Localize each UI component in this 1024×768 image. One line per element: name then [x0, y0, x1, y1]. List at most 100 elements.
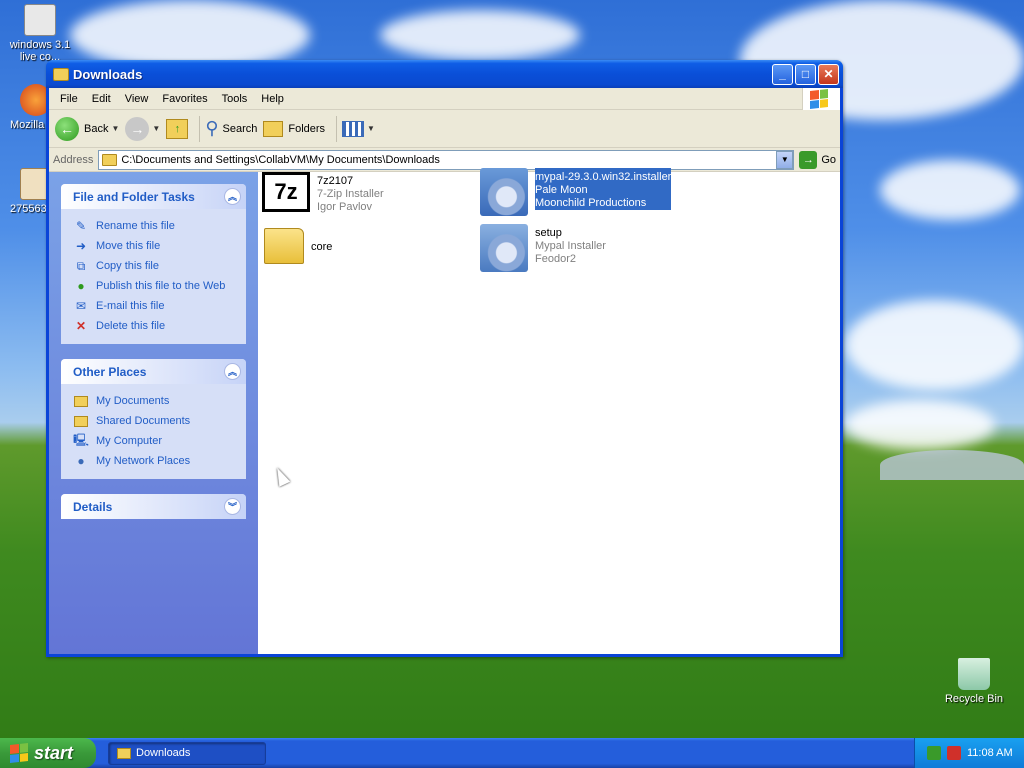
window-client: File Edit View Favorites Tools Help ← Ba… [49, 88, 840, 654]
up-folder-icon: ↑ [166, 118, 189, 139]
search-button[interactable]: ⚲ Search [205, 118, 257, 139]
desktop-icon-label: Recycle Bin [944, 693, 1004, 705]
toolbar-separator [336, 115, 338, 142]
taskbar: start Downloads 11:08 AM [0, 738, 1024, 768]
menu-view[interactable]: View [118, 93, 156, 105]
file-item-mypal-installer[interactable]: mypal-29.3.0.win32.installer Pale Moon M… [480, 168, 672, 216]
search-label: Search [222, 122, 258, 135]
7zip-icon: 7z [262, 172, 310, 212]
maximize-button[interactable]: □ [795, 63, 816, 85]
computer-icon: 🖳 [73, 432, 90, 447]
dropdown-arrow-icon[interactable]: ▼ [111, 124, 119, 133]
go-arrow-icon: → [799, 150, 818, 169]
menu-help[interactable]: Help [254, 93, 291, 105]
address-input[interactable]: C:\Documents and Settings\CollabVM\My Do… [98, 149, 795, 170]
security-shield-icon[interactable] [947, 746, 961, 760]
installer-icon [480, 224, 528, 272]
file-label-selected: mypal-29.3.0.win32.installer Pale Moon M… [535, 168, 672, 210]
views-button[interactable]: ▼ [342, 120, 375, 137]
back-button[interactable]: ← Back ▼ [55, 116, 119, 141]
task-copy[interactable]: ⧉ Copy this file [73, 256, 234, 276]
cloud [845, 400, 995, 450]
dropdown-arrow-icon[interactable]: ▼ [152, 124, 160, 133]
cloud [845, 300, 1024, 390]
folder-icon [102, 153, 118, 166]
other-places-panel: Other Places ︽ My Documents Shared Docum… [61, 359, 246, 479]
address-bar: Address C:\Documents and Settings\Collab… [49, 148, 840, 172]
menu-edit[interactable]: Edit [85, 93, 118, 105]
dropdown-arrow-icon[interactable]: ▼ [367, 124, 375, 133]
go-button[interactable]: → Go [799, 150, 836, 169]
folder-icon [73, 413, 89, 429]
address-path: C:\Documents and Settings\CollabVM\My Do… [121, 153, 440, 166]
windows-logo-icon [10, 743, 28, 763]
folders-label: Folders [288, 122, 326, 135]
place-my-computer[interactable]: 🖳 My Computer [73, 431, 234, 451]
taskbar-item-downloads[interactable]: Downloads [108, 741, 266, 765]
menu-file[interactable]: File [53, 93, 85, 105]
toolbar-separator [199, 115, 201, 142]
title-bar[interactable]: Downloads _ □ ✕ [46, 60, 843, 88]
place-my-documents[interactable]: My Documents [73, 391, 234, 411]
file-item-core[interactable]: core [264, 224, 332, 264]
folder-icon [117, 747, 131, 759]
distant-hills [880, 450, 1024, 480]
file-item-setup[interactable]: setup Mypal Installer Feodor2 [480, 224, 606, 272]
menu-tools[interactable]: Tools [215, 93, 255, 105]
start-button[interactable]: start [0, 738, 96, 768]
installer-icon [480, 168, 528, 216]
network-icon: ● [77, 454, 85, 468]
panel-title: Other Places [73, 364, 147, 379]
network-tray-icon[interactable] [927, 746, 941, 760]
clock[interactable]: 11:08 AM [967, 747, 1013, 759]
system-tray: 11:08 AM [914, 738, 1024, 768]
folders-icon [263, 120, 284, 137]
details-header[interactable]: Details ︾ [61, 494, 246, 519]
desktop-icon-windows31[interactable]: windows 3.1 live co... [2, 4, 78, 63]
place-shared-documents[interactable]: Shared Documents [73, 411, 234, 431]
views-icon [342, 120, 365, 137]
menu-favorites[interactable]: Favorites [155, 93, 214, 105]
back-arrow-icon: ← [55, 116, 79, 141]
task-email[interactable]: ✉ E-mail this file [73, 296, 234, 316]
back-label: Back [84, 122, 109, 135]
collapse-chevron-icon[interactable]: ︽ [224, 188, 241, 205]
search-icon: ⚲ [205, 118, 219, 138]
window-body: File and Folder Tasks ︽ ✎ Rename this fil… [49, 168, 840, 654]
task-publish[interactable]: ● Publish this file to the Web [73, 276, 234, 296]
rename-icon: ✎ [75, 219, 87, 233]
close-button[interactable]: ✕ [818, 63, 839, 85]
file-label: setup Mypal Installer Feodor2 [535, 227, 606, 265]
address-label: Address [53, 153, 94, 166]
expand-chevron-icon[interactable]: ︾ [224, 498, 241, 515]
recycle-bin-icon [958, 658, 990, 690]
document-icon [24, 4, 56, 36]
task-move[interactable]: ➜ Move this file [73, 236, 234, 256]
forward-button[interactable]: → ▼ [125, 116, 160, 141]
collapse-chevron-icon[interactable]: ︽ [224, 363, 241, 380]
task-delete[interactable]: ✕ Delete this file [73, 316, 234, 336]
task-pane: File and Folder Tasks ︽ ✎ Rename this fil… [49, 172, 258, 654]
folders-button[interactable]: Folders [263, 120, 326, 137]
explorer-window: Downloads _ □ ✕ File Edit View Favorites… [46, 60, 843, 657]
taskbar-item-label: Downloads [136, 747, 191, 759]
place-network[interactable]: ● My Network Places [73, 451, 234, 471]
start-label: start [34, 742, 74, 763]
up-folder-button[interactable]: ↑ [166, 118, 189, 139]
go-label: Go [821, 153, 836, 166]
file-tasks-panel: File and Folder Tasks ︽ ✎ Rename this fil… [61, 184, 246, 344]
folder-icon [264, 228, 304, 264]
details-panel: Details ︾ [61, 494, 246, 519]
delete-icon: ✕ [75, 319, 87, 333]
minimize-button[interactable]: _ [772, 63, 793, 85]
file-item-7z2107[interactable]: 7z 7z2107 7-Zip Installer Igor Pavlov [262, 172, 384, 214]
file-tasks-header[interactable]: File and Folder Tasks ︽ [61, 184, 246, 209]
copy-icon: ⧉ [76, 258, 86, 273]
move-icon: ➜ [75, 239, 87, 253]
cloud [880, 160, 1020, 220]
other-places-header[interactable]: Other Places ︽ [61, 359, 246, 384]
desktop-icon-recycle-bin[interactable]: Recycle Bin [936, 658, 1012, 705]
forward-arrow-icon: → [125, 116, 150, 141]
address-dropdown-button[interactable]: ▼ [776, 150, 794, 169]
task-rename[interactable]: ✎ Rename this file [73, 216, 234, 236]
